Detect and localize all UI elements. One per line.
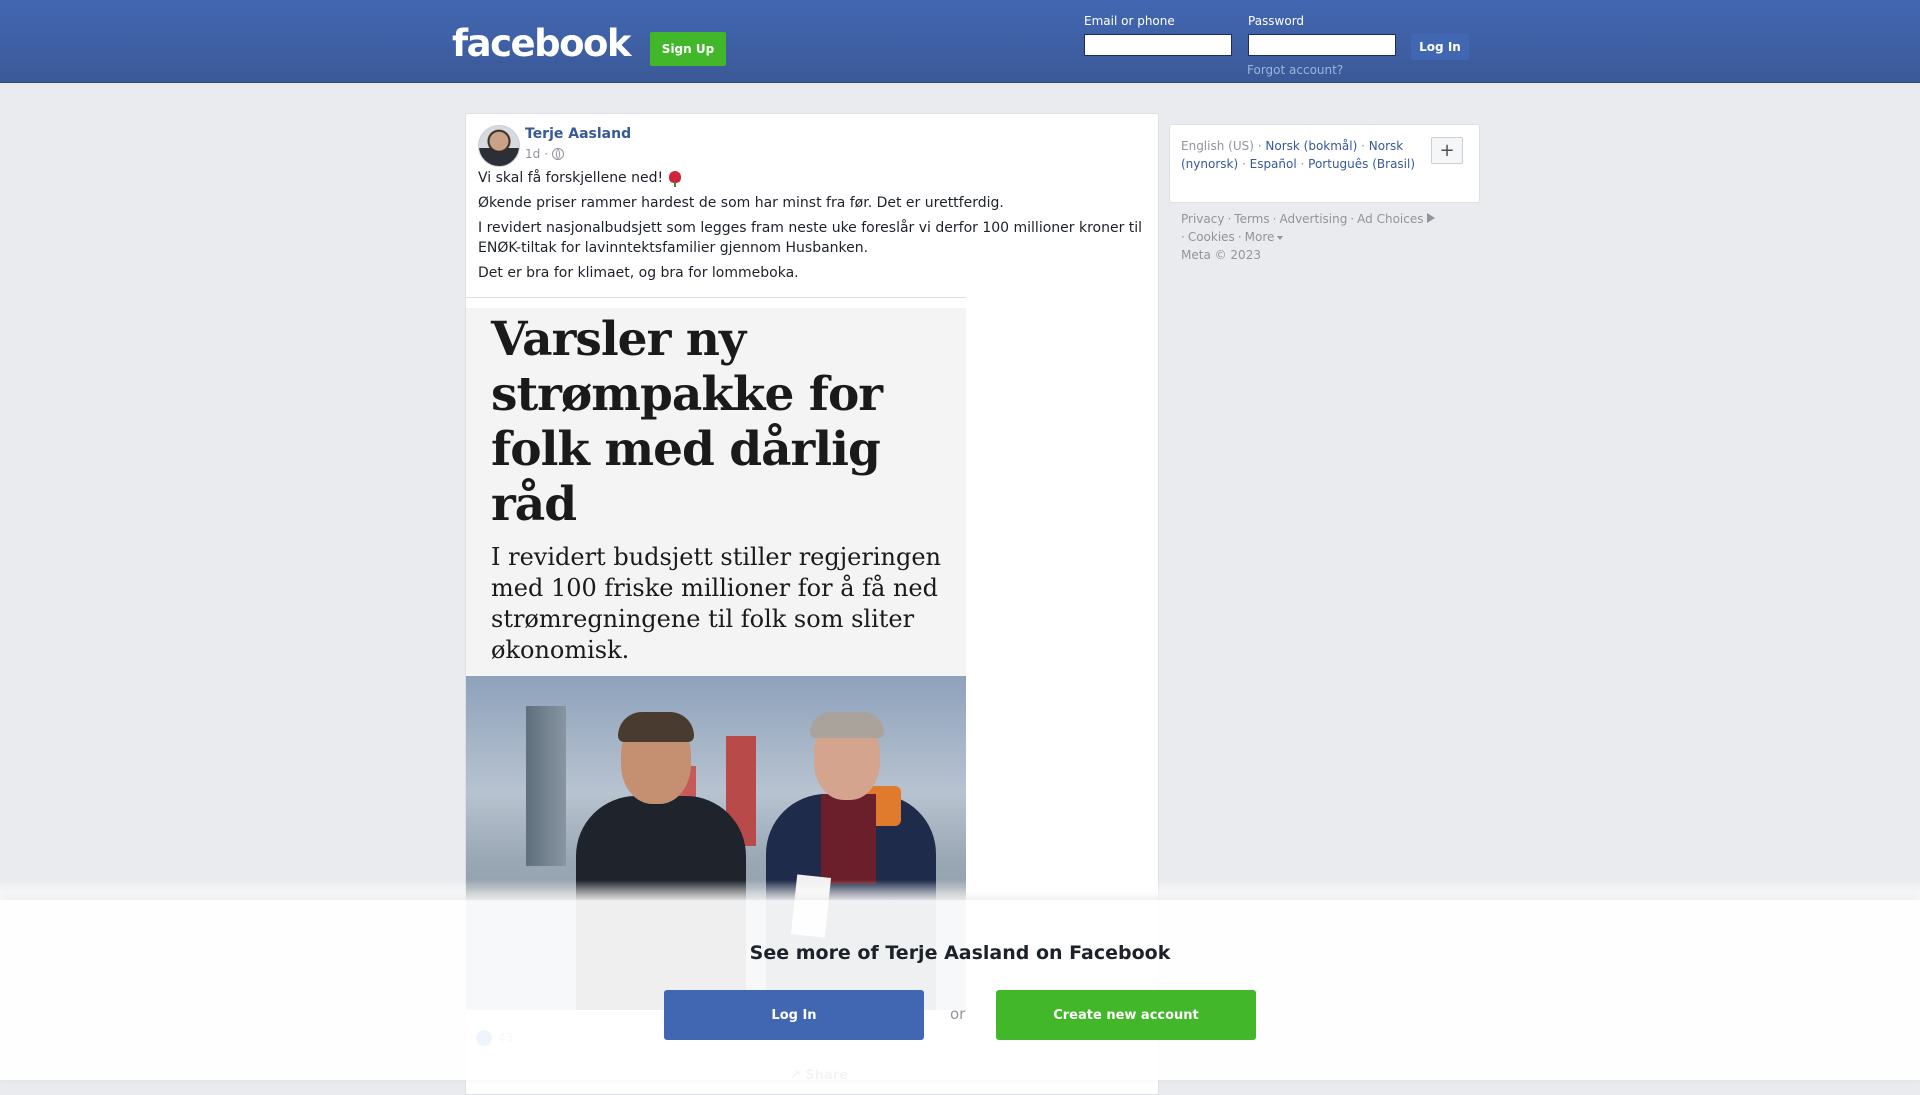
create-account-button[interactable]: Create new account xyxy=(996,990,1256,1040)
footer-link-terms[interactable]: Terms xyxy=(1234,212,1269,226)
password-label: Password xyxy=(1248,14,1305,28)
globe-icon xyxy=(552,148,565,160)
post-meta: 1d · xyxy=(525,147,565,161)
overlay-fade xyxy=(0,880,1920,900)
post-text: Vi skal få forskjellene ned! xyxy=(478,170,664,186)
overlay-or: or xyxy=(950,1005,966,1023)
email-label: Email or phone xyxy=(1084,14,1175,28)
post-author[interactable]: Terje Aasland xyxy=(525,126,631,142)
header-login-button[interactable]: Log In xyxy=(1411,34,1469,60)
post-time[interactable]: 1d xyxy=(525,147,540,161)
image-deck: I revidert budsjett stiller regjeringen … xyxy=(491,543,941,664)
post-paragraph: I revidert nasjonalbudsjett som legges f… xyxy=(478,220,1143,256)
footer-link-more[interactable]: More xyxy=(1245,230,1275,244)
language-box: English (US) · Norsk (bokmål) · Norsk (n… xyxy=(1169,124,1480,203)
language-link[interactable]: Español xyxy=(1250,157,1297,171)
image-headline: Varsler ny strømpakke for folk med dårli… xyxy=(491,312,883,532)
password-input[interactable] xyxy=(1248,34,1396,56)
person-hair xyxy=(618,712,694,742)
post-paragraph: Det er bra for klimaet, og bra for lomme… xyxy=(478,265,799,281)
chevron-down-icon xyxy=(1277,235,1284,240)
footer-link-cookies[interactable]: Cookies xyxy=(1188,230,1235,244)
add-language-button[interactable]: + xyxy=(1431,137,1463,164)
footer-links: Privacy · Terms · Advertising · Ad Choices · Co… xyxy=(1181,210,1481,264)
language-link[interactable]: Português (Brasil) xyxy=(1308,157,1415,171)
person-scarf xyxy=(821,794,876,884)
login-prompt-overlay xyxy=(0,900,1920,1080)
language-list: English (US) · Norsk (bokmål) · Norsk (n… xyxy=(1181,139,1416,171)
current-language: English (US) xyxy=(1181,139,1254,153)
rose-emoji-icon xyxy=(669,171,682,187)
facebook-logo[interactable]: facebook xyxy=(452,22,632,65)
ad-choices-icon xyxy=(1426,213,1435,223)
copyright: Meta © 2023 xyxy=(1181,248,1261,262)
post-paragraph: Vi skal få forskjellene ned! xyxy=(478,168,1146,188)
divider xyxy=(466,297,966,298)
crane-shape xyxy=(526,706,566,866)
top-bar: facebook Sign Up Email or phone Password… xyxy=(0,0,1920,83)
footer-link-privacy[interactable]: Privacy xyxy=(1181,212,1224,226)
post-paragraph: Økende priser rammer hardest de som har … xyxy=(478,195,1004,211)
avatar[interactable] xyxy=(478,125,520,167)
footer-link-ad-choices[interactable]: Ad Choices xyxy=(1357,212,1423,226)
forgot-account-link[interactable]: Forgot account? xyxy=(1247,63,1343,77)
email-input[interactable] xyxy=(1084,34,1232,56)
person-hair xyxy=(810,712,884,738)
overlay-login-button[interactable]: Log In xyxy=(664,990,924,1040)
footer-link-advertising[interactable]: Advertising xyxy=(1279,212,1347,226)
overlay-title: See more of Terje Aasland on Facebook xyxy=(749,942,1171,964)
language-link[interactable]: Norsk (bokmål) xyxy=(1265,139,1357,153)
meta-separator: · xyxy=(544,147,549,161)
sign-up-button[interactable]: Sign Up xyxy=(650,32,726,66)
